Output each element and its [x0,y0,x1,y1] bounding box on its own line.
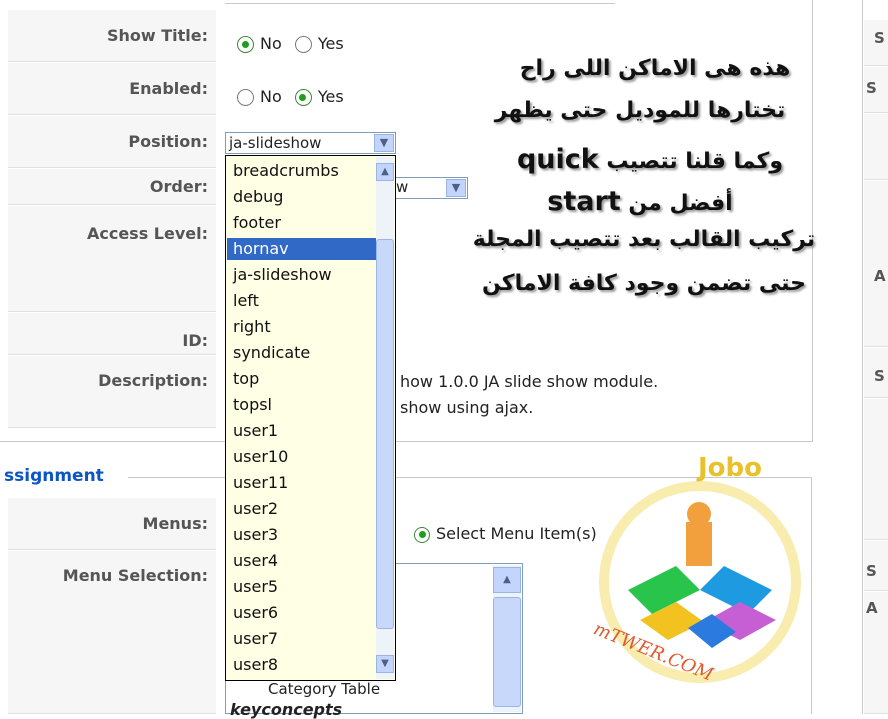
scrollbar-thumb[interactable] [493,597,521,707]
position-label: Position: [8,116,216,168]
menu-selection-scrollbar[interactable]: ▲ [493,565,521,712]
menu-assignment-title: ssignment [4,466,104,486]
right-label: S [864,67,888,113]
annotation-line-1: هذه هى الاماكن اللى راح [519,56,791,81]
dropdown-option-user2[interactable]: user2 [227,498,377,520]
annotation-line-6: حتى تضمن وجود كافة الاماكن [481,271,807,296]
scrollbar-thumb[interactable] [376,239,394,629]
dropdown-option-user5[interactable]: user5 [227,576,377,598]
right-label-empty [864,114,888,180]
right-label: S [864,348,888,398]
chevron-up-icon[interactable]: ▲ [376,163,394,181]
enabled-radios: No Yes [237,87,344,106]
chevron-down-icon[interactable]: ▼ [374,134,394,152]
description-line-1: how 1.0.0 JA slide show module. [400,372,659,391]
annotation-line-4-latin: start [547,186,621,217]
annotation-line-4-arabic: أفضل من [628,191,733,216]
annotation-line-3-latin: quick [516,144,599,175]
dropdown-option-user4[interactable]: user4 [227,550,377,572]
position-select-value: ja-slideshow [229,134,322,152]
show-title-no-label: No [260,34,282,53]
right-label: A [864,181,888,347]
description-line-2: show using ajax. [400,398,534,417]
right-label-empty [864,399,888,540]
order-label: Order: [8,169,216,205]
menus-label: Menus: [8,498,216,550]
annotation-line-3: وكما قلنا تتصيب quick [490,144,810,175]
section-divider [128,477,225,478]
description-label: Description: [8,356,216,428]
annotation-line-5: تركيب القالب بعد تتصيب المجلة [472,227,816,252]
dropdown-option-ja-slideshow[interactable]: ja-slideshow [227,264,377,286]
order-select[interactable]: w ▼ [390,177,468,199]
right-label: S [864,541,888,591]
right-label: A [864,592,888,714]
dropdown-option-right[interactable]: right [227,316,377,338]
right-label: S [864,20,888,66]
dropdown-scrollbar[interactable]: ▲ ▼ [376,157,394,679]
id-label: ID: [8,313,216,355]
enabled-no-label: No [260,87,282,106]
dropdown-option-hornav[interactable]: hornav [227,238,377,260]
dropdown-option-user10[interactable]: user10 [227,446,377,468]
access-level-label: Access Level: [8,206,216,312]
chevron-down-icon[interactable]: ▼ [376,655,394,673]
dropdown-option-topsl[interactable]: topsl [227,394,377,416]
menu-selection-label: Menu Selection: [8,551,216,714]
show-title-radios: No Yes [237,34,344,53]
dropdown-option-left[interactable]: left [227,290,377,312]
dropdown-option-user6[interactable]: user6 [227,602,377,624]
show-title-label: Show Title: [8,10,216,62]
list-item[interactable]: Category Table [268,680,380,698]
enabled-label: Enabled: [8,63,216,115]
dropdown-option-footer[interactable]: footer [227,212,377,234]
show-title-yes-radio[interactable] [294,36,312,53]
site-logo: Jobo mTWER.COM [591,453,801,686]
position-select[interactable]: ja-slideshow ▼ [225,132,396,154]
dropdown-option-user1[interactable]: user1 [227,420,377,442]
dropdown-option-syndicate[interactable]: syndicate [227,342,377,364]
chevron-down-icon[interactable]: ▼ [446,179,466,197]
show-title-no-radio[interactable] [237,36,254,53]
logo-top-text: Jobo [696,453,762,483]
dropdown-option-user7[interactable]: user7 [227,628,377,650]
annotation-line-4: أفضل من start [470,186,810,217]
dropdown-option-user3[interactable]: user3 [227,524,377,546]
enabled-yes-label: Yes [317,87,344,106]
select-menu-items-radio[interactable] [414,526,430,543]
list-item[interactable]: keyconcepts [230,700,342,719]
position-dropdown-list[interactable]: breadcrumbs debug footer hornav ja-slideshow… [225,155,396,681]
show-title-yes-label: Yes [317,34,344,53]
top-divider [225,0,615,4]
annotation-line-2: تختارها للموديل حتى يظهر [494,98,786,123]
dropdown-option-debug[interactable]: debug [227,186,377,208]
select-menu-items-label: Select Menu Item(s) [436,524,597,543]
annotation-line-3-arabic: وكما قلنا تتصيب [606,149,784,174]
menus-radios: Select Menu Item(s) [414,524,597,543]
dropdown-option-user8[interactable]: user8 [227,654,377,676]
dropdown-option-breadcrumbs[interactable]: breadcrumbs [227,160,377,182]
dropdown-option-top[interactable]: top [227,368,377,390]
enabled-yes-radio[interactable] [294,89,312,106]
dropdown-option-user11[interactable]: user11 [227,472,377,494]
chevron-up-icon[interactable]: ▲ [493,567,521,593]
enabled-no-radio[interactable] [237,89,254,106]
